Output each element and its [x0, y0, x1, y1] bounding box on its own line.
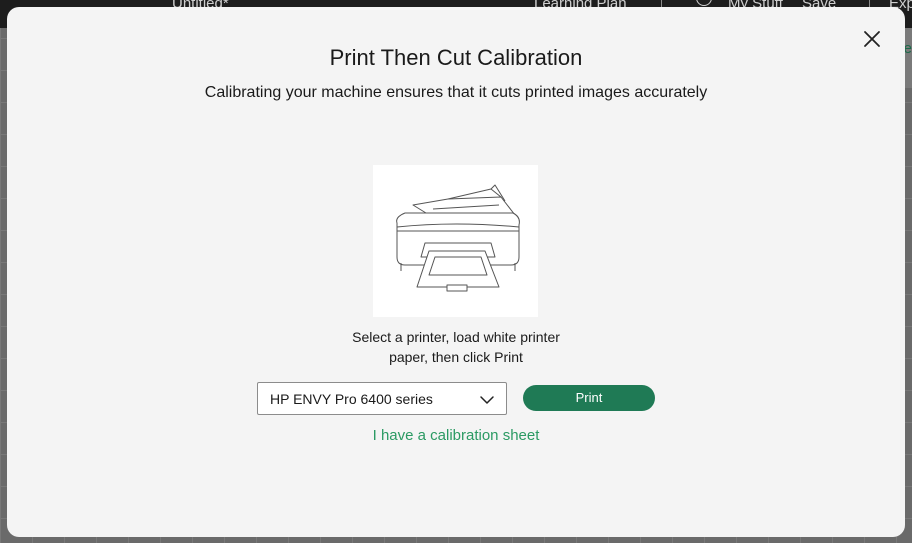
calibration-sheet-link[interactable]: I have a calibration sheet: [7, 427, 905, 444]
print-button[interactable]: Print: [523, 385, 655, 411]
printer-illustration: [396, 184, 520, 292]
printer-select[interactable]: HP ENVY Pro 6400 series: [257, 382, 507, 415]
user-icon[interactable]: [696, 0, 712, 6]
instruction-text: Select a printer, load white printer pap…: [352, 329, 560, 365]
chevron-down-icon: [479, 392, 495, 408]
printer-select-value: HP ENVY Pro 6400 series: [270, 391, 433, 407]
printer-illustration-card: [373, 165, 538, 317]
modal-subtitle: Calibrating your machine ensures that it…: [204, 84, 708, 101]
modal-title: Print Then Cut Calibration: [329, 45, 583, 70]
calibration-modal: Print Then Cut Calibration Calibrating y…: [7, 7, 905, 537]
